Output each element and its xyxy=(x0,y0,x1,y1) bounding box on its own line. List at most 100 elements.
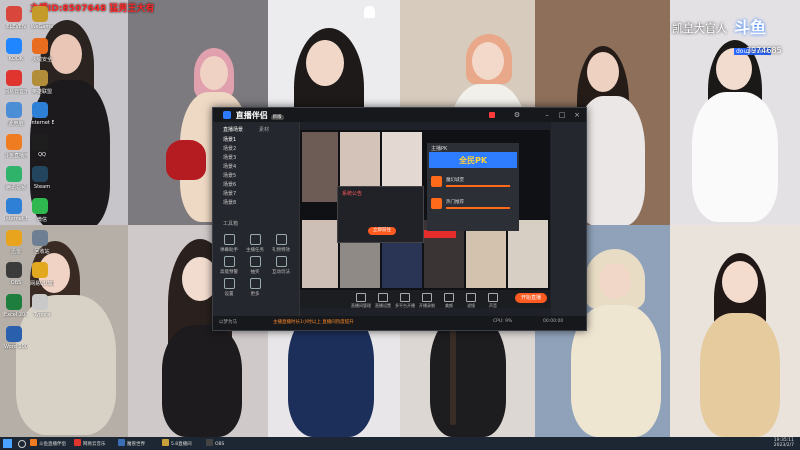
desktop-icon[interactable]: WeGame xyxy=(30,6,54,36)
app-icon xyxy=(6,326,22,342)
watermark-text: 凯皇大官人 xyxy=(672,22,727,35)
taskbar-item[interactable]: 5.8直播间 xyxy=(162,439,192,448)
scene-item[interactable]: 场景7 xyxy=(223,190,236,197)
record-icon[interactable] xyxy=(489,112,495,118)
room-number: 3974685 xyxy=(746,46,782,55)
desktop-icon[interactable]: 腾讯视频 xyxy=(4,166,28,196)
app-icon xyxy=(32,166,48,182)
desktop-icon[interactable]: Word 2007 xyxy=(4,326,28,356)
desktop-icon-label: WeGame xyxy=(30,24,54,30)
pk-item-1[interactable]: 魔幻城堡 xyxy=(431,175,515,189)
live-timer: 00:00:00 xyxy=(543,319,564,324)
app-icon xyxy=(6,198,22,214)
bottom-toolbar: 直播间管理 直播设置 多平台开播 开播录制 美颜 滤镜 声音 xyxy=(300,290,550,308)
notice-popup[interactable]: 系统公告 立即前往 xyxy=(337,186,424,243)
taskbar-item[interactable]: 魔兽世界 xyxy=(118,439,145,448)
notice-button[interactable]: 立即前往 xyxy=(368,227,396,235)
toolbar-button[interactable]: 直播设置 xyxy=(372,293,394,309)
tool-icon xyxy=(275,234,287,245)
start-live-button[interactable]: 开始直播 xyxy=(515,293,547,303)
pk-item-label: 热门推荐 xyxy=(446,200,464,205)
desktop-icon[interactable]: 斗鱼直播伴侣 xyxy=(4,134,28,164)
search-icon[interactable] xyxy=(18,440,26,448)
pk-item-icon xyxy=(431,198,442,209)
toolbar-button[interactable]: 滤镜 xyxy=(460,293,482,309)
scene-item[interactable]: 场景1 xyxy=(223,136,236,143)
title-bar[interactable]: 直播伴侣 新版 ⚙ – □ × xyxy=(213,108,586,122)
app-logo: 直播伴侣 新版 xyxy=(223,110,284,121)
tool-button[interactable]: 高能预警 xyxy=(219,256,239,275)
desktop-icon-label: Steam xyxy=(33,184,51,190)
desktop-icon[interactable]: Typora xyxy=(30,294,54,324)
tool-button[interactable]: 礼物特效 xyxy=(271,234,291,253)
tool-button[interactable]: 抽奖 xyxy=(245,256,265,275)
desktop-icon[interactable]: 迅雷 xyxy=(4,230,28,260)
app-icon xyxy=(6,38,22,54)
desktop-icon[interactable]: 回收站 xyxy=(30,230,54,260)
desktop-icon-label: Internet Explorer xyxy=(4,216,28,222)
toolbar-button[interactable]: 开播录制 xyxy=(416,293,438,309)
preview-video xyxy=(302,132,338,202)
app-logo-icon xyxy=(223,111,231,119)
desktop-icon-label: OBS xyxy=(10,280,22,286)
app-title: 直播伴侣 xyxy=(235,111,268,120)
scene-item[interactable]: 场景3 xyxy=(223,154,236,161)
desktop-icon[interactable]: KOOK xyxy=(4,38,28,68)
desktop-icon[interactable]: 火绒安全 xyxy=(30,38,54,68)
tool-button[interactable]: 互动玩法 xyxy=(271,256,291,275)
start-button[interactable] xyxy=(3,439,12,448)
taskbar-item-label: OBS xyxy=(215,442,225,447)
app-icon xyxy=(6,166,22,182)
desktop-icon[interactable]: 网易UU加速器 xyxy=(30,262,54,292)
taskbar-item[interactable]: 斗鱼直播伴侣 xyxy=(30,439,66,448)
tool-label: 高能预警 xyxy=(220,270,238,275)
desktop-icon-label: KOOK xyxy=(8,56,24,62)
toolbar-button[interactable]: 直播间管理 xyxy=(350,293,372,309)
toolbar-icon xyxy=(444,293,454,302)
taskbar-item[interactable]: OBS xyxy=(206,439,224,448)
desktop-icon[interactable]: OBS xyxy=(4,262,28,292)
tab-scenes[interactable]: 直播场景 xyxy=(223,126,243,133)
toolbar-button[interactable]: 多平台开播 xyxy=(394,293,416,309)
desktop-icon[interactable]: QQ xyxy=(30,134,54,164)
app-icon xyxy=(6,294,22,310)
desktop-icon[interactable]: Internet Explorer xyxy=(4,198,28,228)
tool-button[interactable]: 主播任务 xyxy=(245,234,265,253)
tab-assets[interactable]: 素材 xyxy=(259,126,269,133)
pk-banner[interactable]: 全民PK xyxy=(429,152,517,168)
app-icon xyxy=(6,6,22,22)
tool-button[interactable]: 设置 xyxy=(219,278,239,297)
pk-item-2[interactable]: 热门推荐 xyxy=(431,197,515,211)
tool-icon xyxy=(223,278,235,289)
scene-item[interactable]: 场景6 xyxy=(223,181,236,188)
taskbar-app-icon xyxy=(74,439,81,446)
toolbar-icon xyxy=(422,293,432,302)
desktop-icon[interactable]: Internet Explorer xyxy=(30,102,54,132)
pk-panel[interactable]: 主播PK 全民PK 魔幻城堡 热门推荐 xyxy=(427,143,519,231)
clock[interactable]: 19:35:11 2023/2/7 xyxy=(774,438,794,448)
desktop-icon[interactable]: 网易云音乐 xyxy=(4,70,28,100)
status-bar: 以梦为马 主播直播时长1小时以上 直播间热度提升 CPU: 9% 00:00:0… xyxy=(213,316,586,330)
desktop-icon[interactable]: Excel 2007 xyxy=(4,294,28,324)
taskbar-item[interactable]: 网易云音乐 xyxy=(74,439,106,448)
minimize-icon[interactable]: – xyxy=(543,111,551,119)
desktop-icon-label: Excel 2007 xyxy=(4,312,28,318)
settings-icon[interactable]: ⚙ xyxy=(513,111,521,119)
toolbar-button[interactable]: 美颜 xyxy=(438,293,460,309)
toolbar-button[interactable]: 声音 xyxy=(482,293,504,309)
tool-label: 主播任务 xyxy=(246,248,264,253)
desktop-icon[interactable]: ELEVEN xyxy=(4,6,28,36)
scene-item[interactable]: 场景8 xyxy=(223,199,236,206)
tool-button[interactable]: 更多 xyxy=(245,278,265,297)
scene-item[interactable]: 场景2 xyxy=(223,145,236,152)
desktop-icon[interactable]: 此电脑 xyxy=(4,102,28,132)
taskbar-item-label: 斗鱼直播伴侣 xyxy=(39,442,66,447)
scene-item[interactable]: 场景5 xyxy=(223,172,236,179)
desktop-icon[interactable]: 英雄联盟 xyxy=(30,70,54,100)
scene-item[interactable]: 场景4 xyxy=(223,163,236,170)
maximize-icon[interactable]: □ xyxy=(558,111,566,119)
desktop-icon[interactable]: Steam xyxy=(30,166,54,196)
tool-button[interactable]: 弹幕助手 xyxy=(219,234,239,253)
desktop-icon[interactable]: 微信 xyxy=(30,198,54,228)
close-icon[interactable]: × xyxy=(573,111,581,119)
